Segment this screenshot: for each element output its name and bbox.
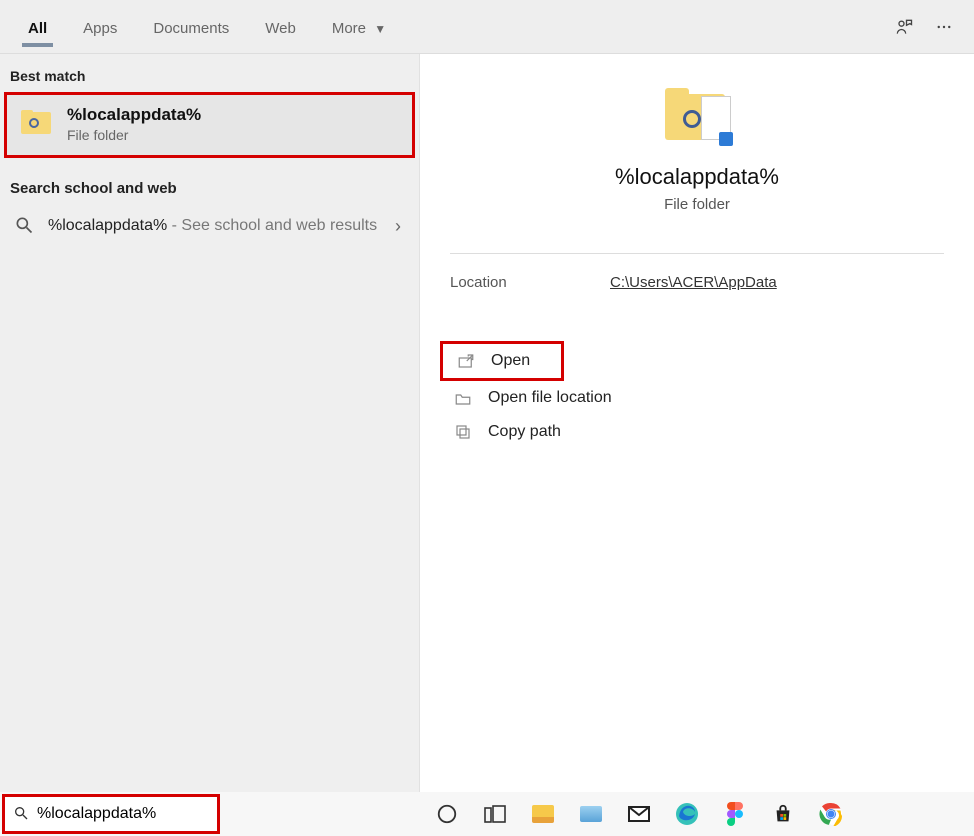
best-match-label: Best match	[0, 54, 419, 92]
detail-title: %localappdata%	[615, 164, 779, 190]
edge-icon[interactable]	[674, 801, 700, 827]
chevron-down-icon: ▼	[374, 22, 386, 36]
action-open-file-location-label: Open file location	[488, 389, 612, 407]
action-open[interactable]: Open	[440, 341, 564, 381]
search-input[interactable]	[37, 805, 244, 823]
mail-icon[interactable]	[626, 801, 652, 827]
chevron-right-icon[interactable]: ›	[391, 216, 405, 237]
action-open-file-location[interactable]: Open file location	[440, 381, 954, 415]
open-icon	[455, 352, 477, 370]
folder-large-icon	[661, 84, 733, 146]
web-result-prefix: %localappdata%	[48, 217, 167, 234]
search-icon	[13, 805, 29, 823]
app-icon-1[interactable]	[578, 801, 604, 827]
detail-panel: %localappdata% File folder Location C:\U…	[420, 54, 974, 792]
best-match-subtitle: File folder	[67, 127, 201, 143]
location-value[interactable]: C:\Users\ACER\AppData	[610, 274, 777, 291]
search-box[interactable]	[2, 794, 220, 834]
tab-more-label: More	[332, 20, 366, 37]
store-icon[interactable]	[770, 801, 796, 827]
action-copy-path-label: Copy path	[488, 423, 561, 441]
divider	[450, 253, 944, 254]
action-copy-path[interactable]: Copy path	[440, 415, 954, 449]
search-icon	[14, 215, 36, 237]
web-search-result[interactable]: %localappdata% - See school and web resu…	[0, 205, 419, 247]
cortana-icon[interactable]	[434, 801, 460, 827]
action-open-label: Open	[491, 352, 530, 370]
web-result-text: %localappdata% - See school and web resu…	[48, 217, 391, 235]
search-tabs: All Apps Documents Web More ▼	[0, 0, 974, 54]
search-web-label: Search school and web	[0, 158, 419, 205]
best-match-title: %localappdata%	[67, 105, 201, 125]
tab-apps[interactable]: Apps	[65, 6, 135, 47]
detail-subtitle: File folder	[664, 196, 730, 213]
feedback-icon[interactable]	[884, 7, 924, 47]
copy-icon	[452, 423, 474, 441]
tab-documents[interactable]: Documents	[135, 6, 247, 47]
figma-icon[interactable]	[722, 801, 748, 827]
location-row: Location C:\Users\ACER\AppData	[420, 274, 974, 291]
web-result-suffix: - See school and web results	[167, 217, 377, 234]
more-options-icon[interactable]	[924, 7, 964, 47]
location-label: Location	[450, 274, 610, 291]
results-panel: Best match %localappdata% File folder Se…	[0, 54, 420, 792]
tab-web[interactable]: Web	[247, 6, 314, 47]
folder-outline-icon	[452, 389, 474, 407]
best-match-result[interactable]: %localappdata% File folder	[4, 92, 415, 158]
bottom-bar	[0, 792, 974, 836]
chrome-icon[interactable]	[818, 801, 844, 827]
file-explorer-icon[interactable]	[530, 801, 556, 827]
taskbar	[420, 792, 974, 836]
tab-more[interactable]: More ▼	[314, 6, 404, 47]
tab-all[interactable]: All	[10, 6, 65, 47]
task-view-icon[interactable]	[482, 801, 508, 827]
folder-icon	[19, 108, 55, 140]
